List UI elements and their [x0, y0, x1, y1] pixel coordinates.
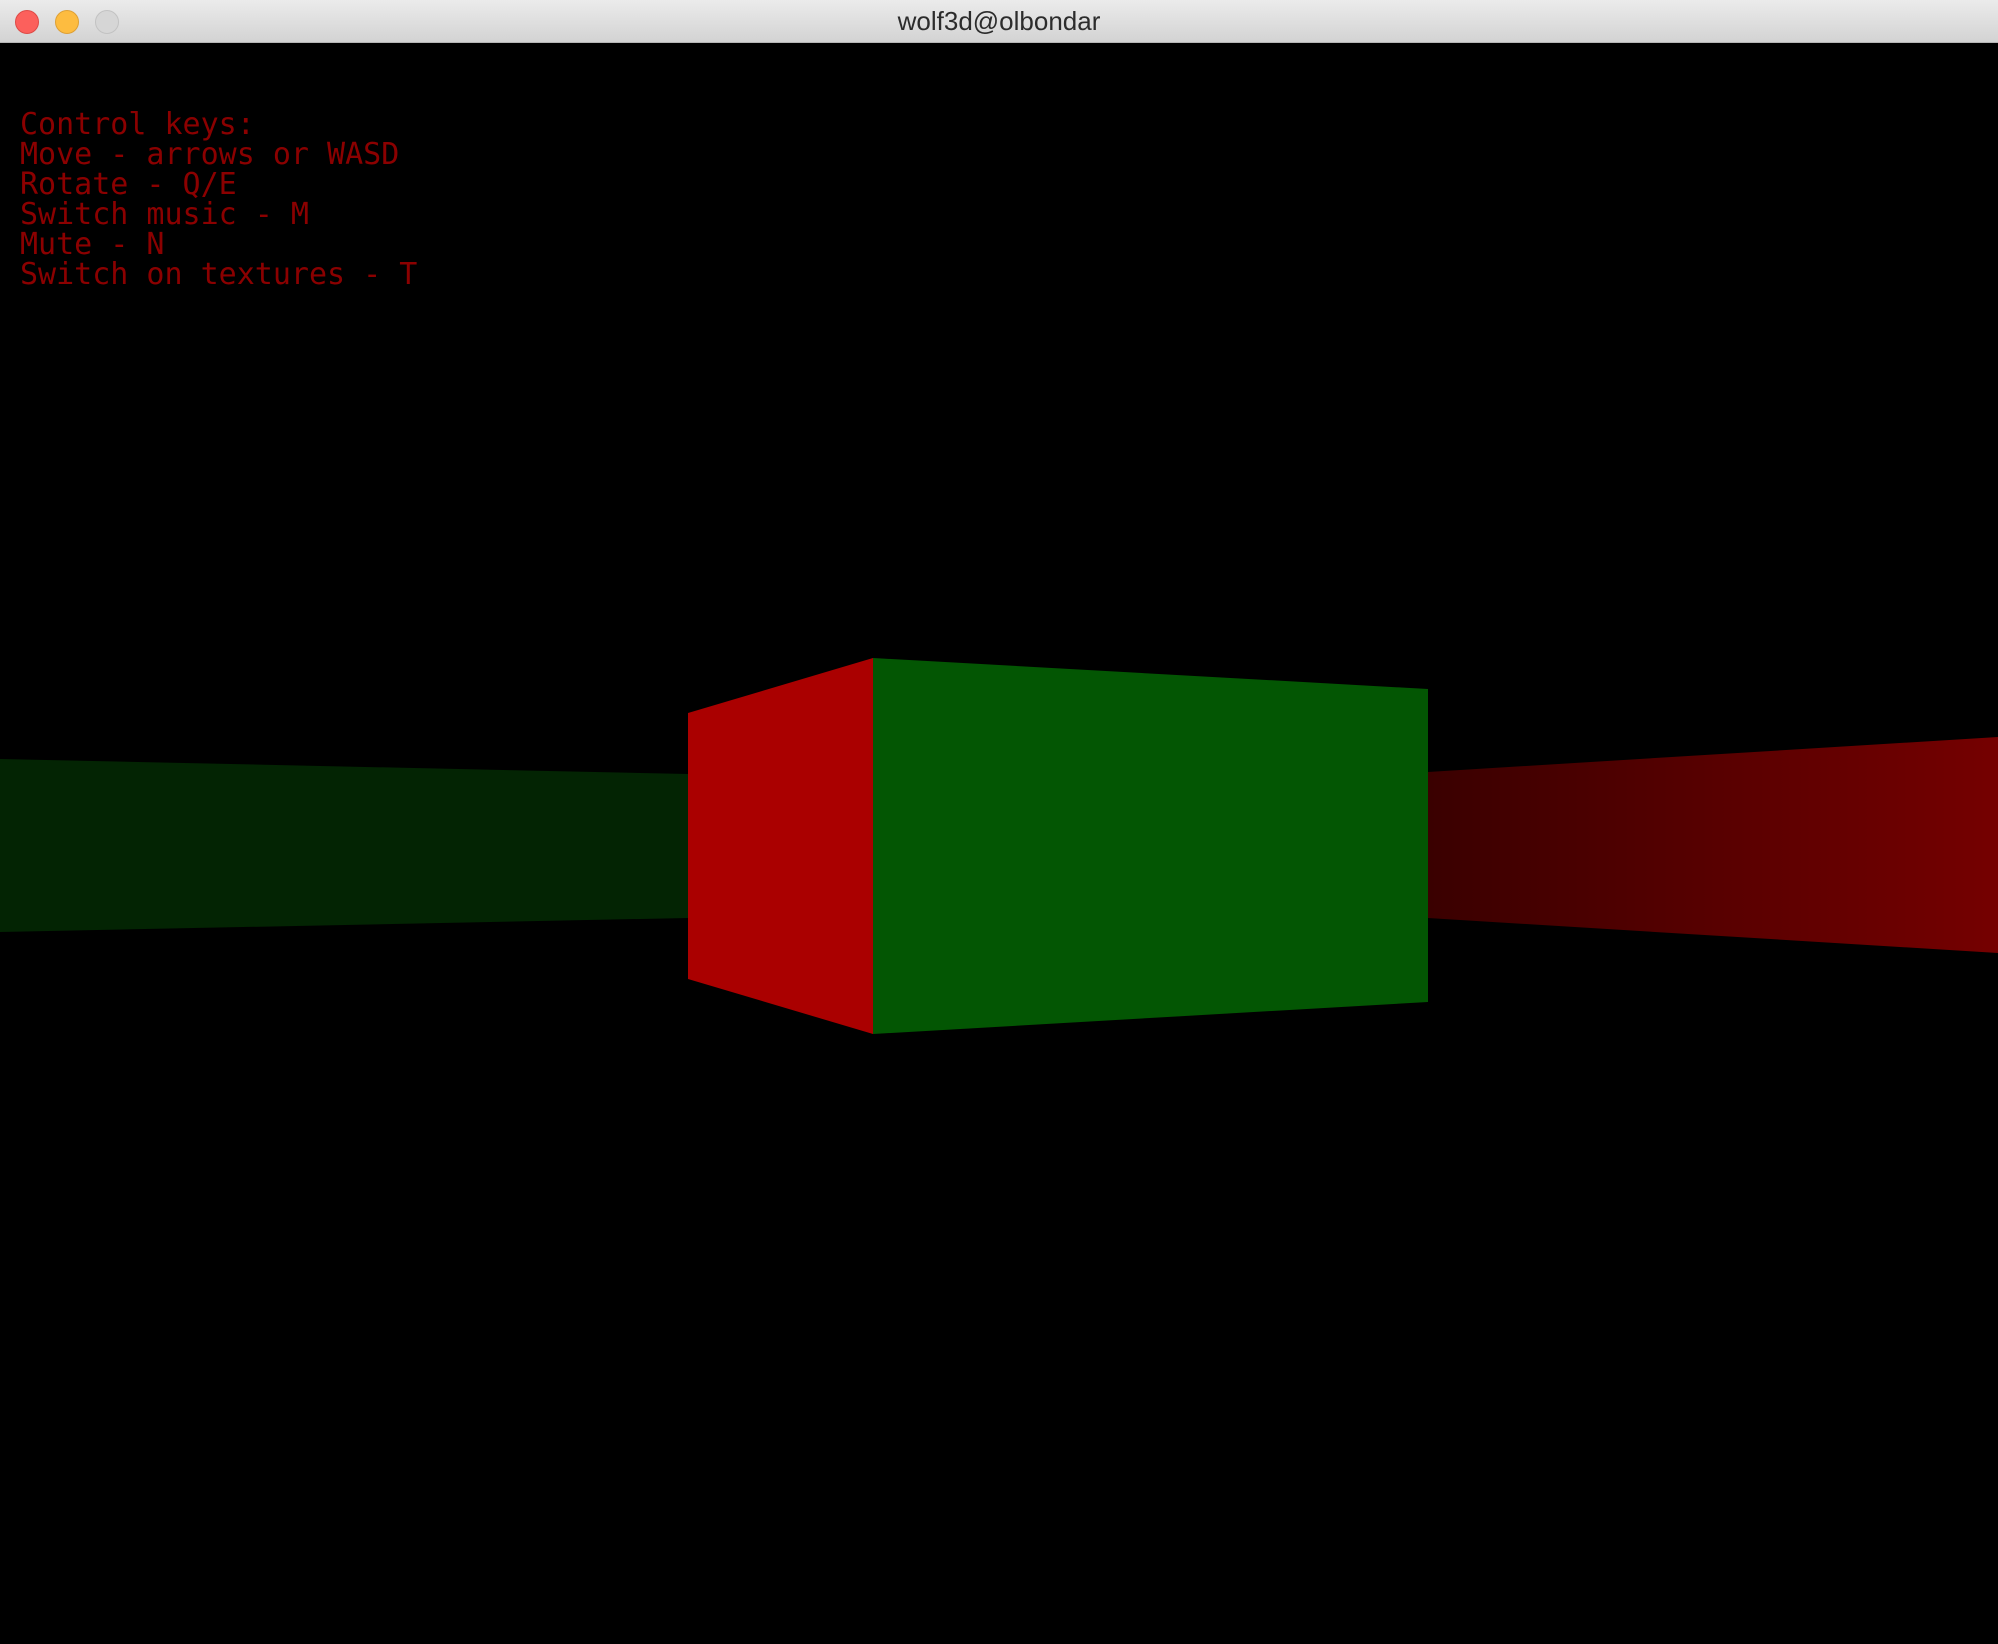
game-window: wolf3d@olbondar Control keys: Move - arr…: [0, 0, 1998, 1644]
help-heading: Control keys:: [20, 107, 255, 142]
left-wall-green: [0, 759, 688, 932]
cube-front-red: [688, 658, 873, 1034]
control-keys-help: Control keys: Move - arrows or WASD Rota…: [20, 110, 417, 290]
help-rotate: Rotate - Q/E: [20, 167, 237, 202]
help-switch-music: Switch music - M: [20, 197, 309, 232]
title-bar[interactable]: wolf3d@olbondar: [0, 0, 1998, 43]
help-mute: Mute - N: [20, 227, 165, 262]
cube-side-green: [873, 658, 1428, 1034]
help-textures: Switch on textures - T: [20, 257, 418, 292]
right-wall-red: [1428, 737, 1998, 953]
help-move: Move - arrows or WASD: [20, 137, 400, 172]
game-viewport[interactable]: Control keys: Move - arrows or WASD Rota…: [0, 44, 1998, 1644]
window-title: wolf3d@olbondar: [897, 6, 1101, 36]
